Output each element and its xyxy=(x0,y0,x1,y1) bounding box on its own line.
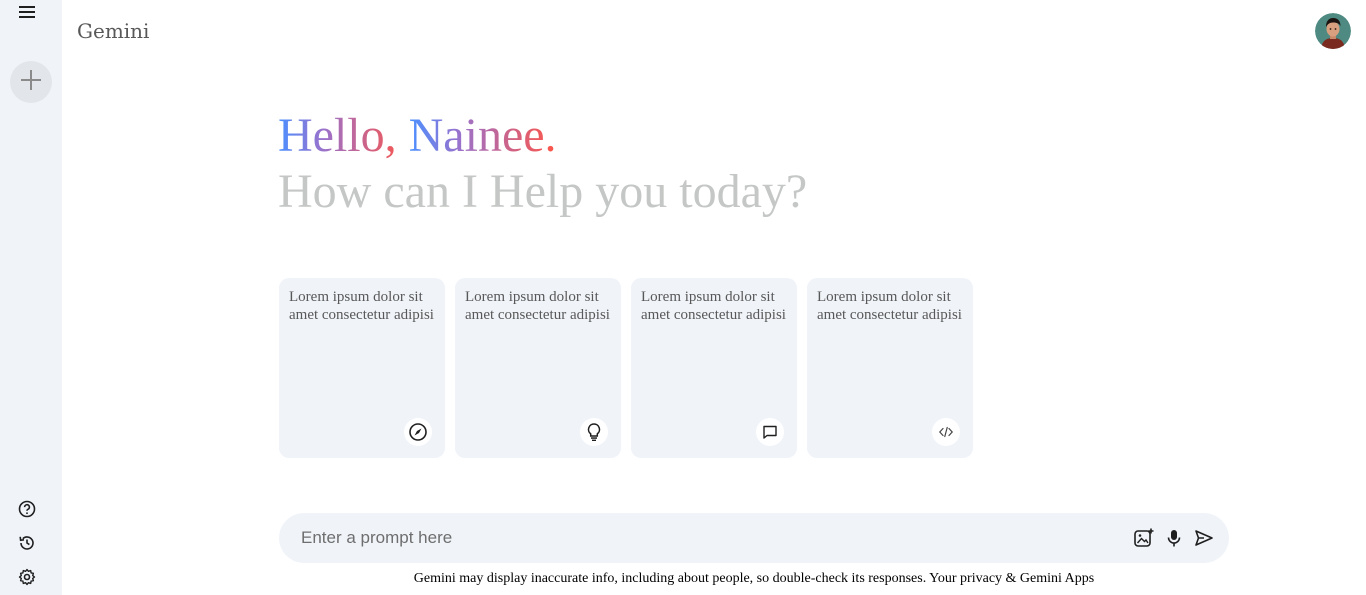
code-icon xyxy=(932,418,960,446)
card-text: Lorem ipsum dolor sit amet consectetur a… xyxy=(817,289,962,323)
help-icon[interactable] xyxy=(17,499,37,519)
compass-icon xyxy=(404,418,432,446)
greeting-heading: Hello, Nainee. xyxy=(278,108,557,164)
send-icon[interactable] xyxy=(1193,527,1215,549)
suggestion-cards: Lorem ipsum dolor sit amet consectetur a… xyxy=(279,278,973,458)
gallery-icon[interactable] xyxy=(1133,527,1155,549)
prompt-input[interactable] xyxy=(301,513,1121,563)
suggestion-card[interactable]: Lorem ipsum dolor sit amet consectetur a… xyxy=(631,278,797,458)
app-title: Gemini xyxy=(77,19,150,43)
card-text: Lorem ipsum dolor sit amet consectetur a… xyxy=(289,289,434,323)
menu-icon[interactable] xyxy=(15,2,39,22)
suggestion-card[interactable]: Lorem ipsum dolor sit amet consectetur a… xyxy=(279,278,445,458)
history-icon[interactable] xyxy=(17,533,37,553)
bulb-icon xyxy=(580,418,608,446)
greeting-subtitle: How can I Help you today? xyxy=(278,165,808,218)
plus-icon xyxy=(20,69,42,95)
mic-icon[interactable] xyxy=(1163,527,1185,549)
greeting-hello: Hello, xyxy=(278,109,409,162)
card-text: Lorem ipsum dolor sit amet consectetur a… xyxy=(641,289,786,323)
suggestion-card[interactable]: Lorem ipsum dolor sit amet consectetur a… xyxy=(807,278,973,458)
suggestion-card[interactable]: Lorem ipsum dolor sit amet consectetur a… xyxy=(455,278,621,458)
card-text: Lorem ipsum dolor sit amet consectetur a… xyxy=(465,289,610,323)
avatar[interactable] xyxy=(1315,13,1351,49)
new-chat-button[interactable] xyxy=(10,61,52,103)
message-icon xyxy=(756,418,784,446)
prompt-bar xyxy=(279,513,1229,563)
disclaimer: Gemini may display inaccurate info, incl… xyxy=(413,571,1095,586)
sidebar xyxy=(0,0,62,595)
greeting-name: Nainee. xyxy=(408,109,557,162)
